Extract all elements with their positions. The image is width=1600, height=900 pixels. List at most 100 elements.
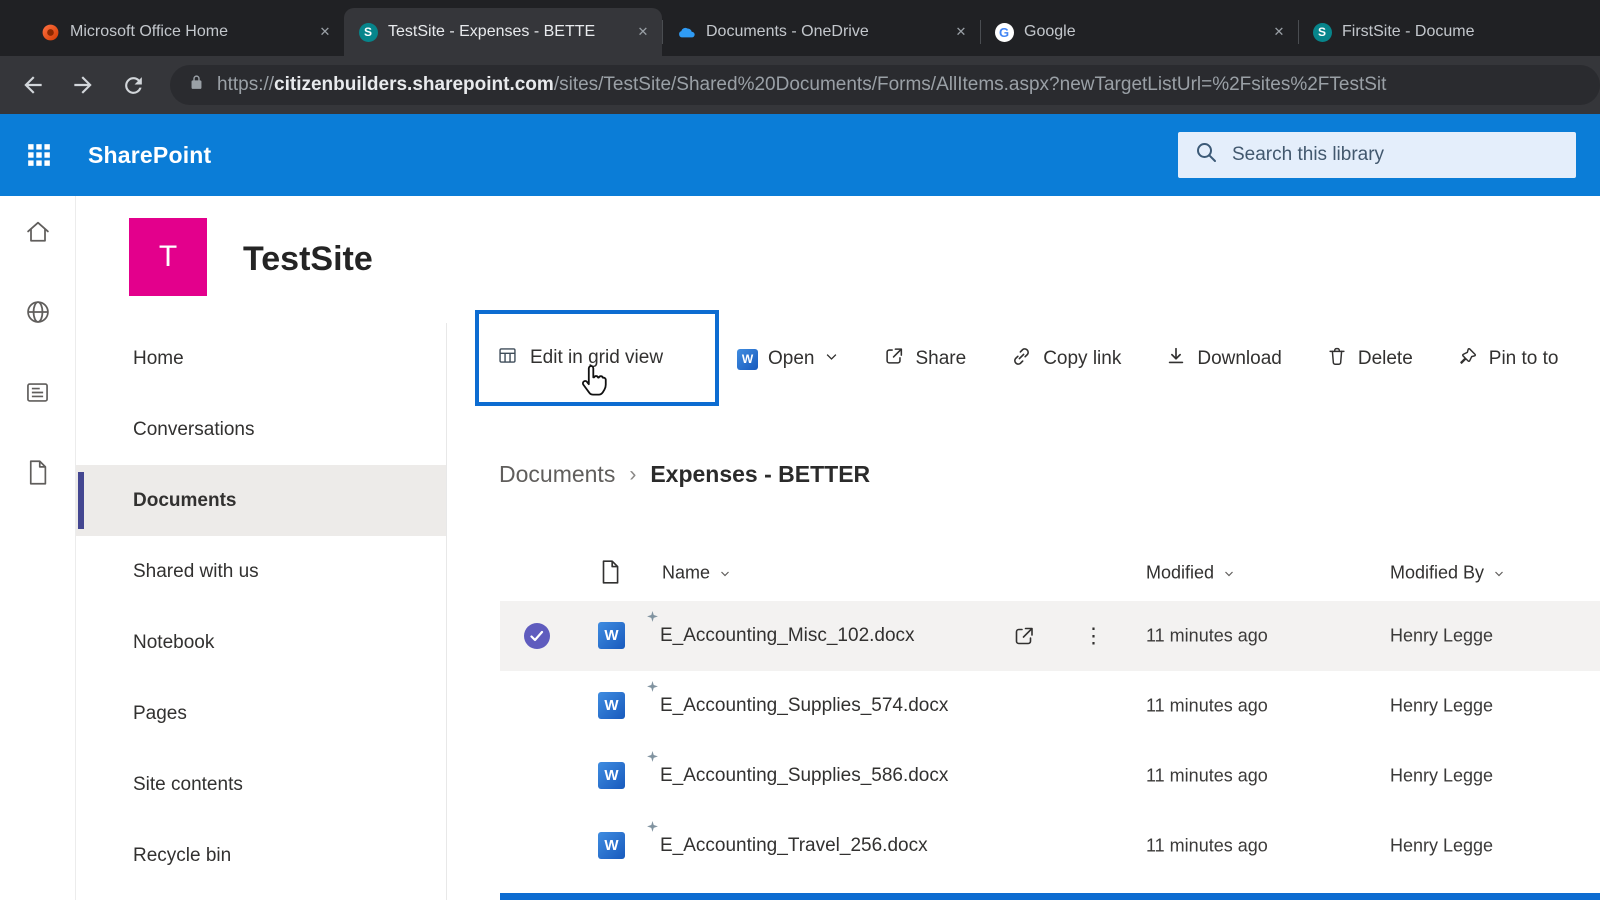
left-nav: Home Conversations Documents Shared with… — [76, 323, 447, 900]
address-bar: https://citizenbuilders.sharepoint.com/s… — [0, 56, 1600, 114]
browser-tab-office[interactable]: Microsoft Office Home — [26, 8, 344, 56]
sidebar-item-recycle-bin[interactable]: Recycle bin — [76, 820, 446, 891]
row-selected-check-icon[interactable] — [523, 622, 551, 655]
sharepoint-icon — [1312, 22, 1332, 42]
google-icon — [994, 22, 1014, 42]
sidebar-item-site-contents[interactable]: Site contents — [76, 749, 446, 820]
command-bar: Open Share Copy link Download Delete Pin… — [737, 322, 1558, 396]
new-item-sparkle-icon — [646, 681, 659, 699]
new-item-sparkle-icon — [646, 611, 659, 629]
file-name-link[interactable]: E_Accounting_Supplies_574.docx — [660, 695, 948, 717]
sidebar-item-pages[interactable]: Pages — [76, 678, 446, 749]
back-icon[interactable] — [20, 72, 46, 98]
sidebar-item-conversations[interactable]: Conversations — [76, 394, 446, 465]
trash-icon — [1326, 345, 1348, 373]
chevron-down-icon — [721, 571, 729, 576]
tab-close-icon[interactable] — [1270, 23, 1288, 41]
browser-tab-bar: Microsoft Office Home TestSite - Expense… — [0, 0, 1600, 56]
word-file-icon — [598, 762, 625, 789]
sidebar-item-documents[interactable]: Documents — [76, 465, 446, 536]
grid-view-icon — [497, 345, 518, 372]
open-button[interactable]: Open — [737, 348, 839, 370]
tab-close-icon[interactable] — [952, 23, 970, 41]
word-file-icon — [598, 622, 625, 649]
search-icon — [1194, 140, 1218, 170]
browser-tab-google[interactable]: Google — [980, 8, 1298, 56]
news-icon[interactable] — [24, 378, 52, 406]
tab-title: Google — [1024, 23, 1076, 40]
table-row[interactable]: E_Accounting_Supplies_586.docx 11 minute… — [500, 741, 1600, 811]
sharepoint-icon — [358, 22, 378, 42]
home-icon[interactable] — [24, 218, 52, 246]
table-row[interactable]: E_Accounting_Misc_102.docx 11 minutes ag… — [500, 601, 1600, 671]
tab-close-icon[interactable] — [634, 23, 652, 41]
tab-close-icon[interactable] — [316, 23, 334, 41]
table-row[interactable]: E_Accounting_Supplies_574.docx 11 minute… — [500, 671, 1600, 741]
forward-icon[interactable] — [70, 72, 96, 98]
browser-tab-firstsite[interactable]: FirstSite - Docume — [1298, 8, 1600, 56]
app-launcher-waffle-icon[interactable] — [18, 134, 60, 176]
breadcrumb: Documents › Expenses - BETTER — [499, 461, 870, 488]
word-icon — [737, 348, 758, 370]
row-modified-by: Henry Legge — [1390, 835, 1494, 856]
app-rail — [0, 196, 76, 900]
copy-link-button[interactable]: Copy link — [1010, 345, 1121, 374]
file-list: Name Modified Modified By E_Accounting_M… — [500, 545, 1600, 881]
site-logo[interactable]: T — [129, 218, 207, 296]
row-share-icon[interactable] — [1012, 624, 1036, 653]
row-modified: 11 minutes ago — [1146, 765, 1268, 786]
row-modified-by: Henry Legge — [1390, 765, 1494, 786]
browser-tab-testsite-active[interactable]: TestSite - Expenses - BETTE — [344, 8, 662, 56]
link-icon — [1010, 345, 1033, 374]
site-title: TestSite — [243, 240, 373, 278]
file-icon[interactable] — [24, 458, 52, 486]
chevron-down-icon — [824, 348, 839, 370]
edit-in-grid-view-button[interactable]: Edit in grid view — [475, 310, 719, 406]
pin-to-top-button[interactable]: Pin to to — [1457, 345, 1558, 373]
breadcrumb-documents[interactable]: Documents — [499, 461, 615, 488]
file-name-link[interactable]: E_Accounting_Misc_102.docx — [660, 625, 915, 647]
download-button[interactable]: Download — [1165, 345, 1282, 373]
chevron-down-icon — [1225, 571, 1233, 576]
breadcrumb-current-folder: Expenses - BETTER — [650, 461, 871, 487]
office-icon — [40, 22, 60, 42]
tab-title: TestSite - Expenses - BETTE — [388, 23, 596, 40]
file-name-link[interactable]: E_Accounting_Supplies_586.docx — [660, 765, 948, 787]
breadcrumb-chevron-icon: › — [629, 462, 637, 486]
file-list-header: Name Modified Modified By — [500, 545, 1600, 601]
download-icon — [1165, 345, 1187, 373]
row-modified: 11 minutes ago — [1146, 695, 1268, 716]
chevron-down-icon — [1495, 571, 1503, 576]
next-row-highlight-bar — [500, 893, 1600, 900]
share-button[interactable]: Share — [883, 345, 966, 373]
search-placeholder: Search this library — [1232, 144, 1385, 165]
file-type-column-icon[interactable] — [599, 559, 621, 590]
browser-tab-onedrive[interactable]: Documents - OneDrive — [662, 8, 980, 56]
suite-bar: SharePoint Search this library — [0, 114, 1600, 196]
row-modified-by: Henry Legge — [1390, 625, 1494, 646]
table-row[interactable]: E_Accounting_Travel_256.docx 11 minutes … — [500, 811, 1600, 881]
row-modified: 11 minutes ago — [1146, 625, 1268, 646]
column-header-modified-by[interactable]: Modified By — [1390, 563, 1505, 584]
edit-in-grid-view-label: Edit in grid view — [530, 347, 664, 368]
sidebar-item-notebook[interactable]: Notebook — [76, 607, 446, 678]
sidebar-item-home[interactable]: Home — [76, 323, 446, 394]
reload-icon[interactable] — [120, 72, 146, 98]
column-header-name[interactable]: Name — [662, 563, 731, 584]
new-item-sparkle-icon — [646, 821, 659, 839]
lock-icon — [188, 74, 205, 96]
pin-icon — [1457, 345, 1479, 373]
search-input[interactable]: Search this library — [1178, 132, 1576, 178]
onedrive-icon — [676, 22, 696, 42]
new-item-sparkle-icon — [646, 751, 659, 769]
column-header-modified[interactable]: Modified — [1146, 563, 1235, 584]
share-icon — [883, 345, 905, 373]
tab-title: Microsoft Office Home — [70, 23, 228, 40]
row-more-actions-icon[interactable] — [1083, 624, 1104, 649]
globe-icon[interactable] — [24, 298, 52, 326]
url-field[interactable]: https://citizenbuilders.sharepoint.com/s… — [170, 65, 1600, 105]
sidebar-item-shared-with-us[interactable]: Shared with us — [76, 536, 446, 607]
file-name-link[interactable]: E_Accounting_Travel_256.docx — [660, 835, 928, 857]
delete-button[interactable]: Delete — [1326, 345, 1413, 373]
row-modified: 11 minutes ago — [1146, 835, 1268, 856]
